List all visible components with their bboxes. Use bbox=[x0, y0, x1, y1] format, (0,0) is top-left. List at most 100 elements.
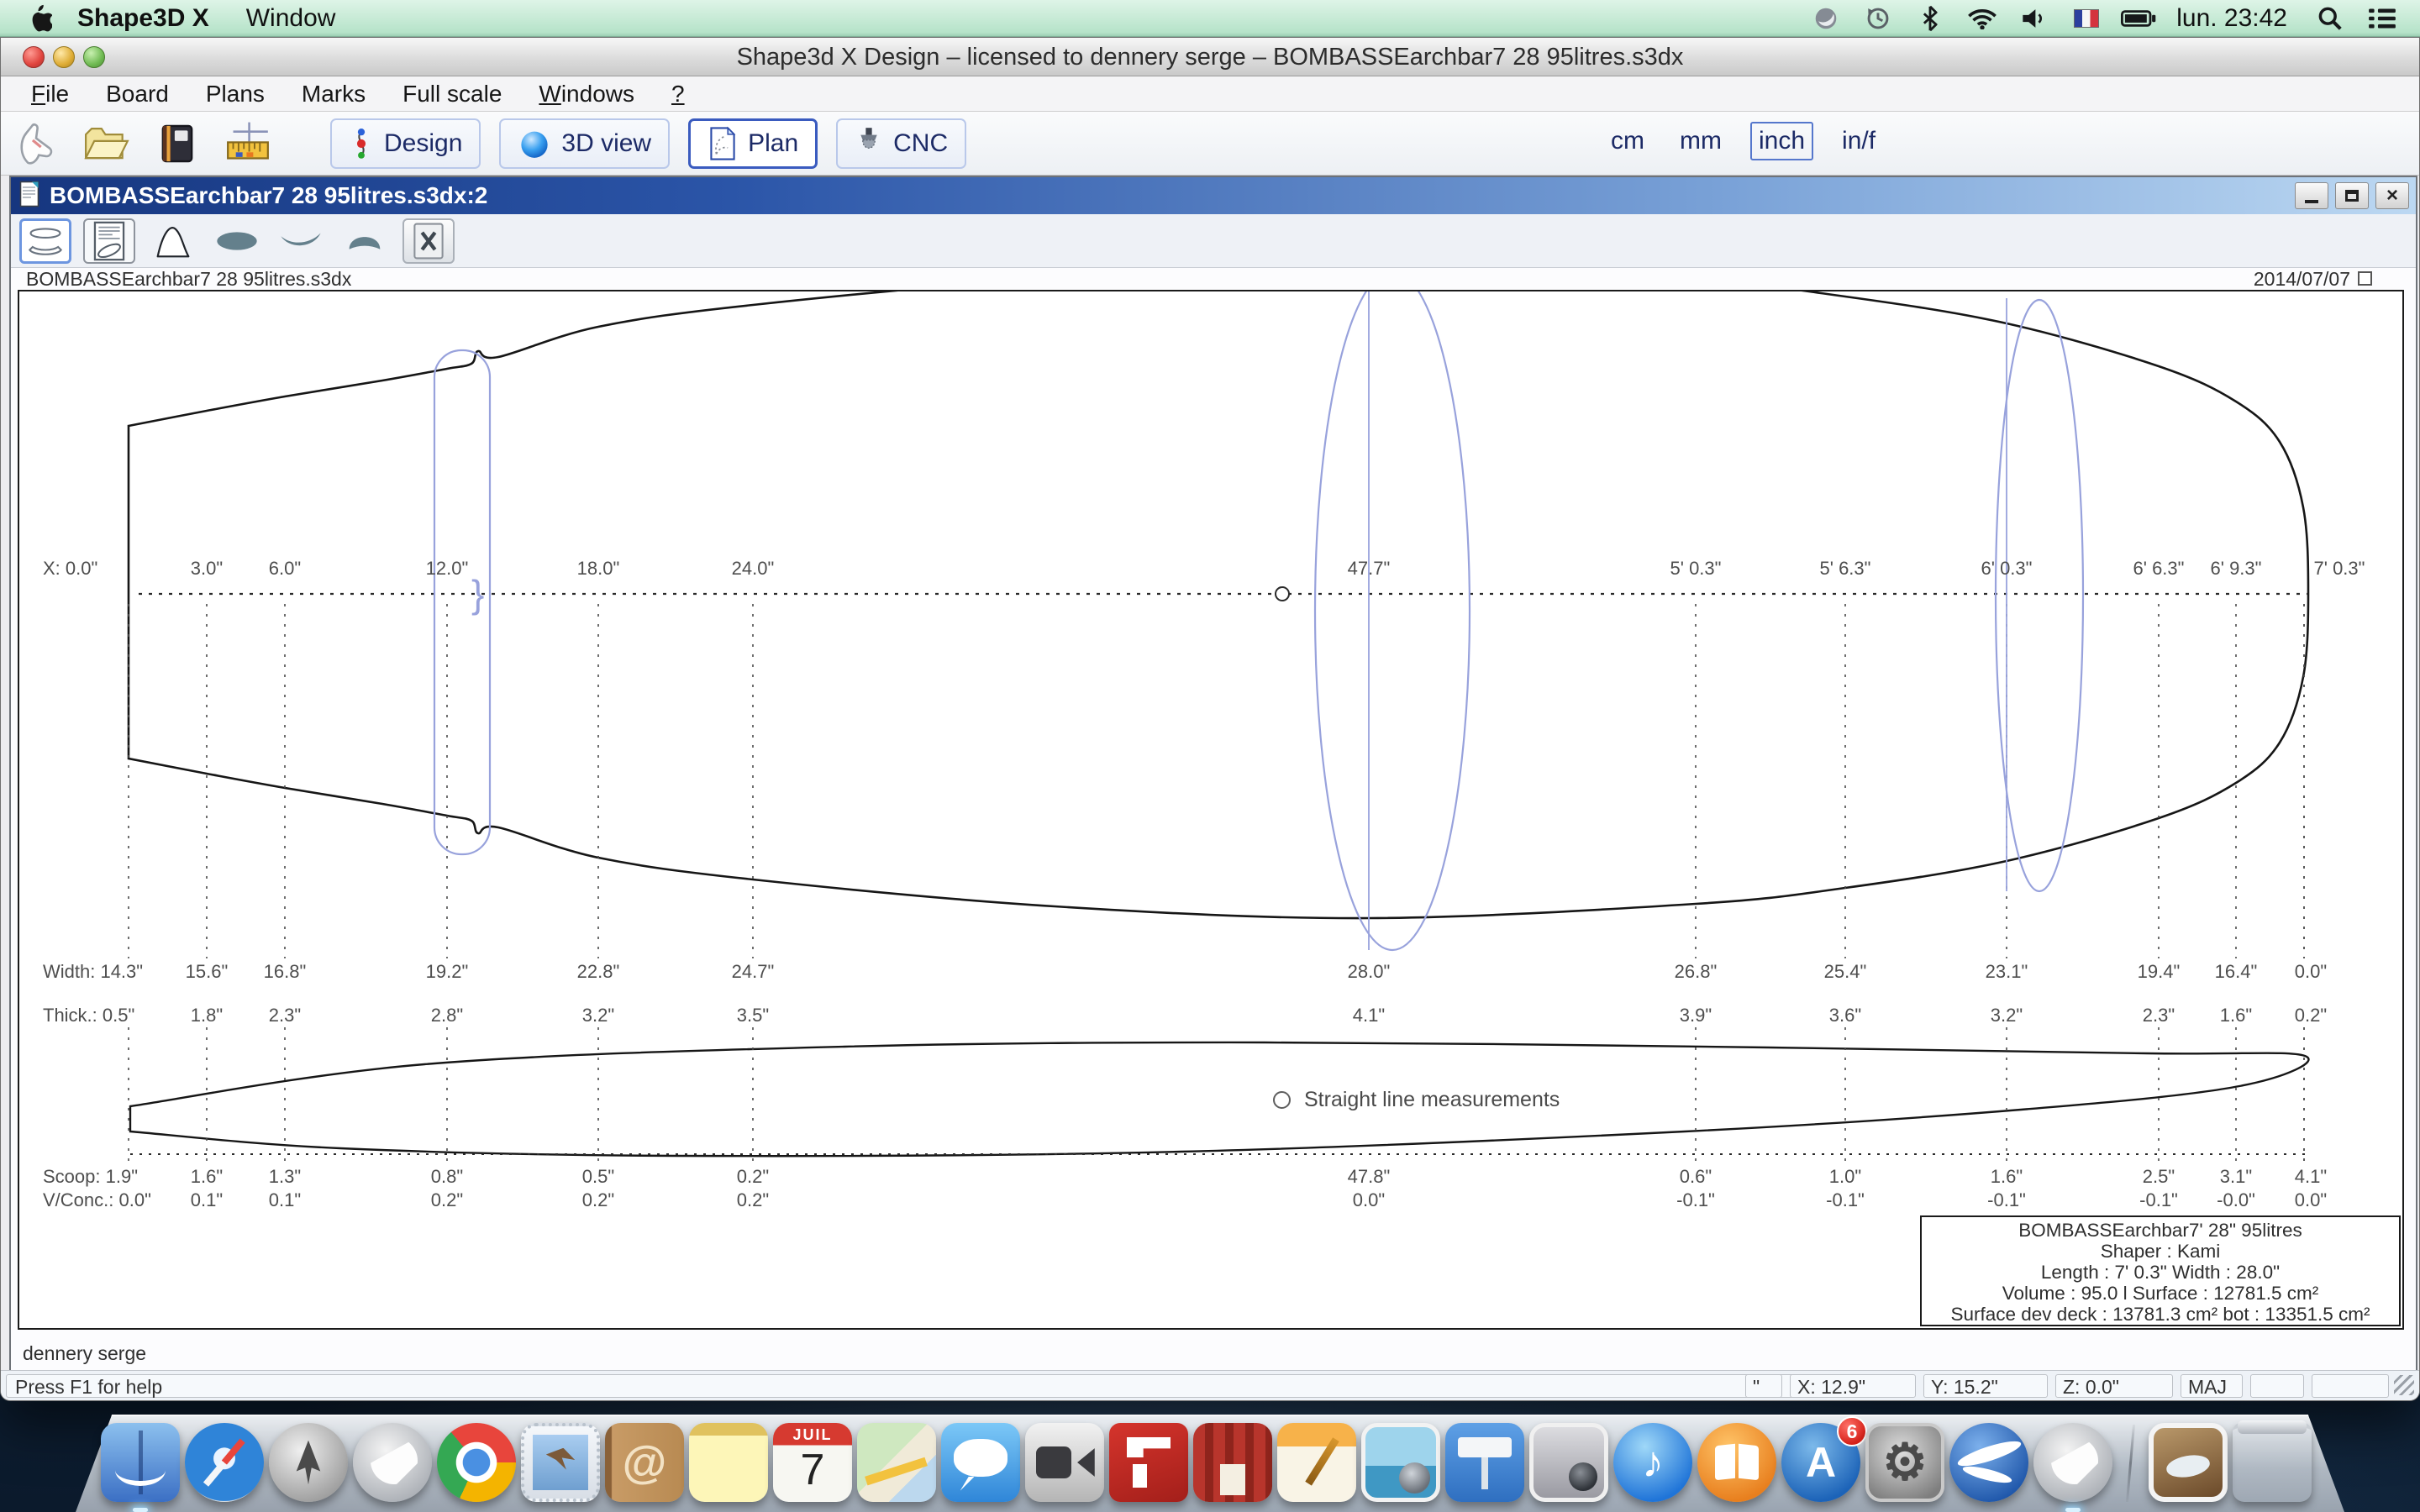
open-tool-icon[interactable] bbox=[82, 118, 132, 169]
measure-label-x: X: 0.0" bbox=[43, 559, 97, 578]
measure-label-x: 18.0" bbox=[577, 559, 620, 578]
pointer-tool-icon[interactable] bbox=[11, 118, 61, 169]
dock-trash-icon[interactable] bbox=[2233, 1423, 2312, 1502]
measure-label-width: 16.8" bbox=[264, 963, 307, 981]
dock-items: @ JUIL7 ♪ A6⚙ bbox=[101, 1423, 2312, 1502]
dock-media-icon[interactable] bbox=[1529, 1423, 1608, 1502]
outline-view-icon[interactable] bbox=[19, 218, 71, 264]
apple-menu-icon[interactable] bbox=[22, 4, 55, 33]
dock-photobooth-icon[interactable] bbox=[1193, 1423, 1272, 1502]
info-box-line: Volume : 95.0 l Surface : 12781.5 cm² bbox=[1922, 1283, 2399, 1304]
menu-board[interactable]: Board bbox=[87, 81, 187, 108]
dock-chrome-icon[interactable] bbox=[437, 1423, 516, 1502]
dock-notes-icon[interactable] bbox=[689, 1423, 768, 1502]
child-window-titlebar[interactable]: BOMBASSEarchbar7 28 95litres.s3dx:2 × bbox=[11, 177, 2416, 214]
plan-solid-icon[interactable] bbox=[211, 218, 263, 264]
child-close-button[interactable]: × bbox=[2375, 182, 2409, 209]
menu-full-scale[interactable]: Full scale bbox=[384, 81, 520, 108]
unit-inch-button[interactable]: inch bbox=[1750, 122, 1813, 160]
bluetooth-icon[interactable] bbox=[1911, 4, 1949, 33]
dock-appstore-icon[interactable]: A6 bbox=[1781, 1423, 1860, 1502]
status-box-quote: " bbox=[1745, 1374, 1782, 1398]
status-box-x-coord: X: 12.9" bbox=[1790, 1374, 1916, 1398]
dock-documents-stack-icon[interactable] bbox=[2149, 1423, 2228, 1502]
unit-in-f-button[interactable]: in/f bbox=[1835, 123, 1882, 159]
measure-label-width: 16.4" bbox=[2215, 963, 2258, 981]
measure-label-scoop: 0.5" bbox=[582, 1168, 614, 1186]
dock-iphoto-icon[interactable] bbox=[1361, 1423, 1440, 1502]
unit-mm-button[interactable]: mm bbox=[1673, 123, 1728, 159]
measure-label-vconc: -0.1" bbox=[2139, 1191, 2178, 1210]
measure-label-scoop: 1.6" bbox=[1991, 1168, 2023, 1186]
dock-maps-icon[interactable] bbox=[857, 1423, 936, 1502]
menu-plans[interactable]: Plans bbox=[187, 81, 283, 108]
dock-safari-icon[interactable] bbox=[185, 1423, 264, 1502]
status-box-z-coord: Z: 0.0" bbox=[2055, 1374, 2173, 1398]
measure-label-thick: 1.6" bbox=[2220, 1006, 2252, 1025]
measure-label-vconc: -0.1" bbox=[1676, 1191, 1715, 1210]
rocker-solid-icon[interactable] bbox=[275, 218, 327, 264]
measure-label-scoop: 4.1" bbox=[2295, 1168, 2327, 1186]
dock-shape3d-running-icon[interactable] bbox=[2033, 1423, 2112, 1502]
save-tool-icon[interactable] bbox=[152, 118, 203, 169]
child-maximize-button[interactable] bbox=[2335, 182, 2369, 209]
measure-label-thick: 0.2" bbox=[2295, 1006, 2327, 1025]
ruler-tool-icon[interactable] bbox=[223, 118, 273, 169]
cnc-button[interactable]: CNC bbox=[836, 118, 966, 169]
measure-label-x: 24.0" bbox=[732, 559, 775, 578]
time-machine-icon[interactable] bbox=[1859, 4, 1897, 33]
wifi-icon[interactable] bbox=[1963, 4, 2002, 33]
volume-icon[interactable] bbox=[2015, 4, 2054, 33]
3d-view-button[interactable]: 3D view bbox=[499, 118, 670, 169]
child-window-controls: × bbox=[2295, 182, 2409, 209]
menubar-app-name[interactable]: Shape3D X bbox=[77, 4, 209, 33]
dock-googleearth-icon[interactable] bbox=[1949, 1423, 2028, 1502]
dock-ibooks-icon[interactable] bbox=[1697, 1423, 1776, 1502]
straight-line-radio[interactable] bbox=[1273, 1091, 1291, 1109]
dock-sketchup-icon[interactable] bbox=[1109, 1423, 1188, 1502]
spotlight-icon[interactable] bbox=[2311, 4, 2349, 33]
measure-label-scoop: 0.6" bbox=[1680, 1168, 1712, 1186]
measure-label-x: 3.0" bbox=[191, 559, 223, 578]
unit-cm-button[interactable]: cm bbox=[1604, 123, 1651, 159]
menu-windows[interactable]: Windows bbox=[520, 81, 653, 108]
dock-keynote-icon[interactable] bbox=[1445, 1423, 1524, 1502]
measure-label-thick: 2.8" bbox=[431, 1006, 463, 1025]
menu-?[interactable]: ? bbox=[653, 81, 703, 108]
dock-mail-icon[interactable] bbox=[521, 1423, 600, 1502]
child-minimize-button[interactable] bbox=[2295, 182, 2328, 209]
measure-label-width: 19.4" bbox=[2138, 963, 2181, 981]
dock-contacts-icon[interactable]: @ bbox=[605, 1423, 684, 1502]
dock-messages-icon[interactable] bbox=[941, 1423, 1020, 1502]
board-plan-canvas[interactable]: } X: 0.0"Width: 14.3"Thick.: 0.5"Scoop: … bbox=[18, 290, 2404, 1330]
window-titlebar[interactable]: Shape3d X Design – licensed to dennery s… bbox=[1, 38, 2419, 76]
dock-launchpad-icon[interactable] bbox=[269, 1423, 348, 1502]
dock-itunes-icon[interactable]: ♪ bbox=[1613, 1423, 1692, 1502]
measure-label-scoop: 0.2" bbox=[737, 1168, 769, 1186]
date-checkbox[interactable] bbox=[2358, 271, 2372, 286]
dock-calendar-icon[interactable]: JUIL7 bbox=[773, 1423, 852, 1502]
dock-sysprefs-icon[interactable]: ⚙ bbox=[1865, 1423, 1944, 1502]
menu-file[interactable]: File bbox=[13, 81, 87, 108]
shape3d-swirl-icon[interactable] bbox=[1807, 4, 1845, 33]
slice-solid-icon[interactable] bbox=[339, 218, 391, 264]
dock-facetime-icon[interactable] bbox=[1025, 1423, 1104, 1502]
profile-curve-icon[interactable] bbox=[147, 218, 199, 264]
spec-sheet-icon[interactable] bbox=[83, 218, 135, 264]
dock-pages-icon[interactable] bbox=[1277, 1423, 1356, 1502]
document-icon bbox=[19, 181, 41, 212]
menu-marks[interactable]: Marks bbox=[283, 81, 384, 108]
battery-icon[interactable] bbox=[2119, 4, 2158, 33]
export-sheet-icon[interactable] bbox=[402, 218, 455, 264]
notification-center-icon[interactable] bbox=[2363, 4, 2402, 33]
design-button[interactable]: Design bbox=[330, 118, 481, 169]
menubar-clock[interactable]: lun. 23:42 bbox=[2176, 4, 2287, 33]
shape3d-app-window: Shape3d X Design – licensed to dennery s… bbox=[0, 37, 2420, 1401]
dock-glyph: ♪ bbox=[1613, 1423, 1692, 1502]
dock-shape3d-icon[interactable] bbox=[353, 1423, 432, 1502]
dock-finder-icon[interactable] bbox=[101, 1423, 180, 1502]
plan-button[interactable]: Plan bbox=[688, 118, 818, 169]
menubar-item-window[interactable]: Window bbox=[246, 4, 336, 33]
resize-grip-icon[interactable] bbox=[2394, 1375, 2414, 1395]
input-french-flag-icon[interactable] bbox=[2067, 4, 2106, 33]
